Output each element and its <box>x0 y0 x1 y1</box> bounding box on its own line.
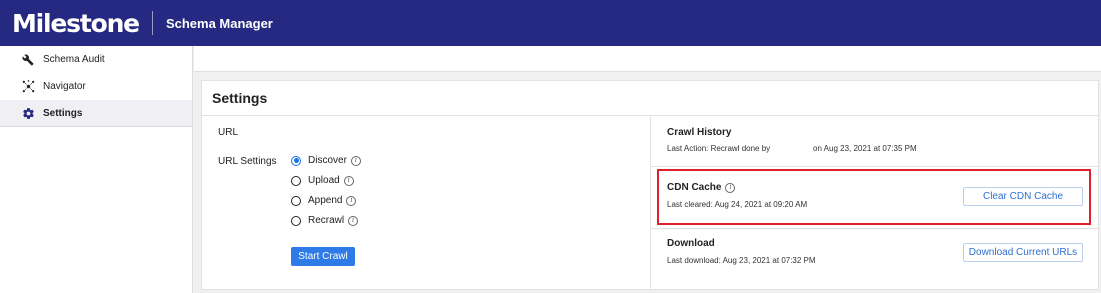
sidebar: Schema Audit Navigator Settings <box>0 46 193 293</box>
content-toolbar <box>194 46 1101 72</box>
radio-recrawl[interactable]: Recrawl i <box>291 215 359 226</box>
sidebar-item-settings[interactable]: Settings <box>0 100 192 127</box>
last-cleared-text: Last cleared: Aug 24, 2021 at 09:20 AM <box>667 200 808 209</box>
info-icon[interactable]: i <box>350 155 361 166</box>
app-title: Schema Manager <box>165 15 273 31</box>
radio-discover[interactable]: Discover i <box>291 155 361 166</box>
radio-button[interactable] <box>291 215 301 226</box>
download-title: Download <box>667 238 715 249</box>
last-action-date: on Aug 23, 2021 at 07:35 PM <box>813 144 917 153</box>
brand-logo[interactable]: Milestone <box>12 9 140 38</box>
network-icon <box>21 80 35 94</box>
radio-label: Upload <box>308 175 340 186</box>
radio-upload[interactable]: Upload i <box>291 175 354 186</box>
radio-button[interactable] <box>291 195 301 206</box>
header-divider <box>151 11 153 35</box>
download-current-urls-button[interactable]: Download Current URLs <box>963 243 1083 262</box>
sidebar-item-schema-audit[interactable]: Schema Audit <box>0 46 192 73</box>
radio-button[interactable] <box>291 155 301 166</box>
sidebar-item-label: Schema Audit <box>43 54 105 65</box>
sidebar-item-label: Navigator <box>43 81 86 92</box>
radio-label: Discover <box>308 155 347 166</box>
cdn-cache-title-row: CDN Cache i <box>667 182 736 193</box>
page-title: Settings <box>212 90 268 106</box>
last-download-text: Last download: Aug 23, 2021 at 07:32 PM <box>667 256 816 265</box>
last-action-text: Last Action: Recrawl done by <box>667 144 771 153</box>
top-bar: Milestone Schema Manager <box>0 0 1101 46</box>
radio-append[interactable]: Append i <box>291 195 357 206</box>
url-label: URL <box>218 127 239 138</box>
cdn-cache-title: CDN Cache <box>667 182 722 193</box>
radio-label: Append <box>308 195 343 206</box>
info-icon[interactable]: i <box>346 195 357 206</box>
crawl-history-title: Crawl History <box>667 127 732 138</box>
info-icon[interactable]: i <box>725 182 736 193</box>
start-crawl-button[interactable]: Start Crawl <box>291 247 355 266</box>
info-icon[interactable]: i <box>343 175 354 186</box>
column-divider <box>650 116 651 290</box>
sidebar-item-navigator[interactable]: Navigator <box>0 73 192 100</box>
divider <box>650 166 1098 167</box>
wrench-icon <box>21 53 35 67</box>
clear-cdn-cache-button[interactable]: Clear CDN Cache <box>963 187 1083 206</box>
gear-icon <box>21 106 35 120</box>
divider <box>650 228 1098 229</box>
radio-label: Recrawl <box>308 215 345 226</box>
info-icon[interactable]: i <box>348 215 359 226</box>
radio-button[interactable] <box>291 175 301 186</box>
sidebar-item-label: Settings <box>43 107 83 119</box>
url-settings-label: URL Settings <box>218 156 277 167</box>
